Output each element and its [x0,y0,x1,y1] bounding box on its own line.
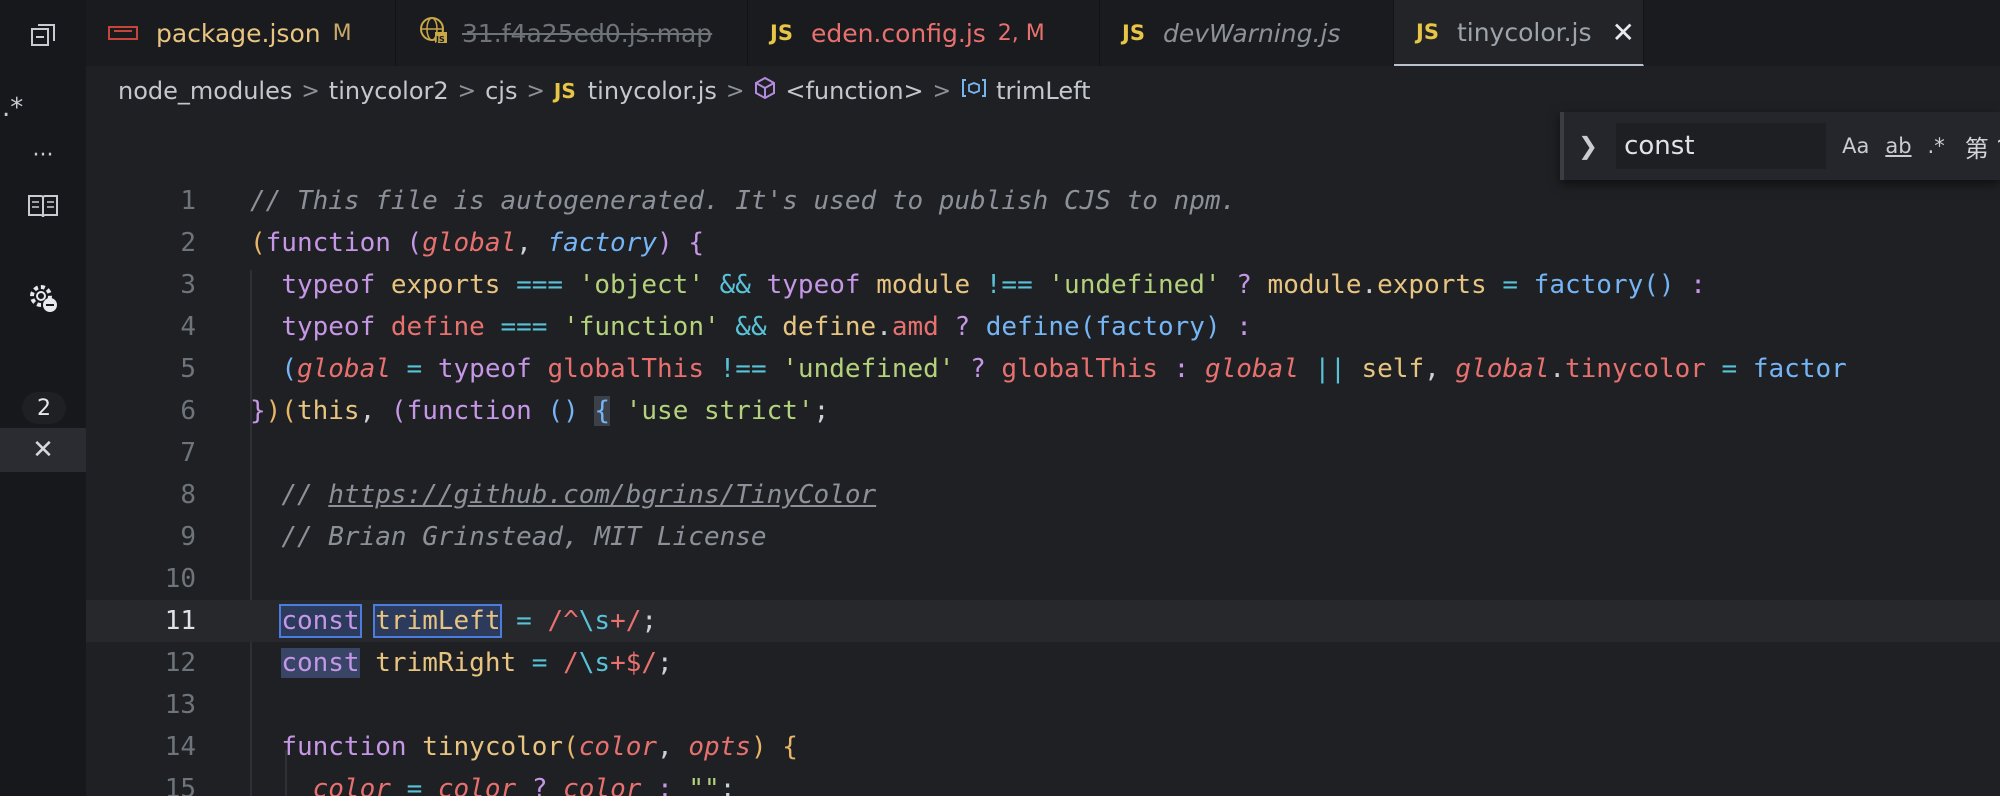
close-panel-button[interactable]: ✕ [0,428,86,472]
tab-modified-indicator: 2, M [997,20,1045,46]
line-code: color = color ? color : ""; [312,774,736,796]
code-line: 7 [86,432,2000,474]
code-line: 3 typeof exports === 'object' && typeof … [86,264,2000,306]
tab-label: eden.config.js [810,18,986,48]
line-number: 1 [180,186,196,216]
code-line: 8 // https://github.com/bgrins/TinyColor [86,474,2000,516]
breadcrumb-item[interactable]: cjs [485,77,517,105]
code-line: 2 (function (global, factory) { [86,222,2000,264]
editor-tabs: package.json M JS 31.f4a25ed0.js.map JS … [86,0,2000,66]
globe-js-icon: JS [418,15,448,51]
line-code: const trimRight = /\s+$/; [281,648,673,678]
js-icon: JS [1416,20,1439,44]
tab-label: tinycolor.js [1456,17,1592,47]
js-icon: JS [553,79,576,103]
code-line: 14 function tinycolor(color, opts) { [86,726,2000,768]
code-line: 4 typeof define === 'function' && define… [86,306,2000,348]
breadcrumb-item[interactable]: tinycolor2 [329,77,449,105]
split-editor-icon[interactable] [0,14,86,58]
js-icon: JS [770,21,793,45]
tab-eden-config[interactable]: JS eden.config.js 2, M [748,0,1100,66]
line-number: 6 [180,396,196,426]
line-number: 8 [180,480,196,510]
line-code: (global = typeof globalThis !== 'undefin… [281,354,1847,384]
breadcrumb-item[interactable]: <function> [785,77,923,105]
line-code: // https://github.com/bgrins/TinyColor [281,480,877,510]
code-line: 6 })(this, (function () { 'use strict'; [86,390,2000,432]
tab-close-icon[interactable]: ✕ [1612,16,1635,49]
find-widget: ❯ Aa ab .* 第 ? [1560,112,2000,180]
line-number: 14 [164,732,196,762]
line-code: (function (global, factory) { [250,228,704,258]
breadcrumb-item[interactable]: trimLeft [996,77,1090,105]
find-result-count: 第 ? [1964,134,2000,163]
js-icon: JS [1122,21,1145,45]
chevron-right-icon: > [725,78,745,104]
line-code: typeof define === 'function' && define.a… [281,312,1252,342]
settings-gear-icon[interactable] [0,276,86,320]
use-regex-toggle[interactable]: .* [1928,134,1945,158]
line-number: 15 [164,774,196,796]
code-line: 15 color = color ? color : ""; [86,768,2000,796]
code-editor[interactable]: 1 // This file is autogenerated. It's us… [86,116,2000,796]
line-code: function tinycolor(color, opts) { [281,732,798,762]
line-number: 13 [164,690,196,720]
variable-icon [960,77,988,105]
line-number: 2 [180,228,196,258]
notification-badge: 2 [22,392,66,424]
npm-icon [108,26,138,40]
chevron-right-icon[interactable]: ❯ [1578,132,1598,160]
tab-tinycolor[interactable]: JS tinycolor.js ✕ [1394,0,1644,66]
activity-bar: .* ··· 2 ✕ [0,0,86,796]
line-number: 9 [180,522,196,552]
chevron-right-icon: > [457,78,477,104]
match-whole-word-toggle[interactable]: ab [1885,134,1911,158]
line-number: 3 [180,270,196,300]
chevron-right-icon: > [301,78,320,104]
line-number: 7 [180,438,196,468]
tab-label: devWarning.js [1162,18,1341,48]
code-line: 9 // Brian Grinstead, MIT License [86,516,2000,558]
breadcrumb-item[interactable]: node_modules [118,77,292,105]
line-number: 11 [164,606,196,636]
tab-label: package.json [156,18,321,48]
svg-text:JS: JS [435,35,445,44]
chevron-right-icon: > [526,78,545,104]
cube-icon [753,76,777,106]
tab-dev-warning[interactable]: JS devWarning.js [1100,0,1394,66]
line-code: const trimLeft = /^\s+/; [279,604,658,638]
tab-modified-indicator: M [332,20,352,46]
line-code: })(this, (function () { 'use strict'; [250,396,830,426]
line-code: typeof exports === 'object' && typeof mo… [281,270,1706,300]
line-number: 10 [164,564,196,594]
regex-icon[interactable]: .* [0,86,86,130]
code-line: 12 const trimRight = /\s+$/; [86,642,2000,684]
tab-source-map[interactable]: JS 31.f4a25ed0.js.map [396,0,748,66]
breadcrumb: node_modules > tinycolor2 > cjs > JS tin… [86,66,2000,116]
tab-label: 31.f4a25ed0.js.map [462,18,713,48]
code-line: 10 [86,558,2000,600]
code-line: 1 // This file is autogenerated. It's us… [86,180,2000,222]
line-code: // This file is autogenerated. It's used… [250,186,1237,216]
regex-glyph: .* [2,93,24,123]
code-line: 13 [86,684,2000,726]
more-actions-icon[interactable]: ··· [0,138,86,172]
chevron-right-icon: > [932,78,952,104]
line-number: 4 [180,312,196,342]
line-number: 5 [180,354,196,384]
tab-package-json[interactable]: package.json M [86,0,396,66]
breadcrumb-item[interactable]: tinycolor.js [588,77,717,105]
find-input[interactable] [1616,123,1827,169]
close-icon: ✕ [32,435,54,465]
more-glyph: ··· [32,142,54,168]
code-line: 5 (global = typeof globalThis !== 'undef… [86,348,2000,390]
code-line-current: 11 const trimLeft = /^\s+/; [86,600,2000,642]
match-case-toggle[interactable]: Aa [1842,134,1869,158]
line-code: // Brian Grinstead, MIT License [281,522,767,552]
line-number: 12 [164,648,196,678]
book-icon[interactable] [0,184,86,228]
